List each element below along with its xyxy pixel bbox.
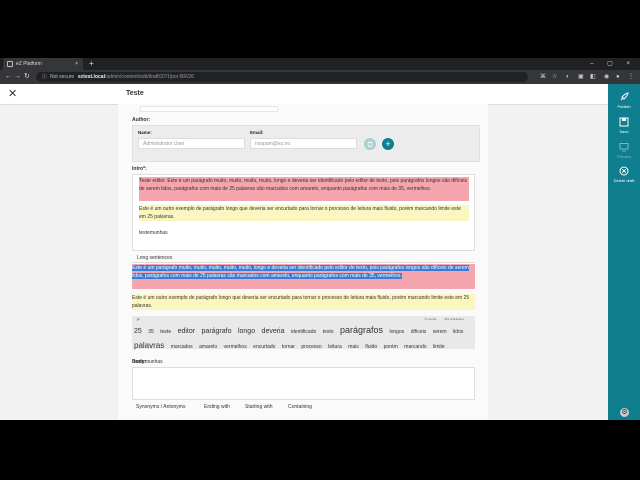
cloud-word[interactable]: parágrafo — [202, 328, 232, 335]
tab-close-icon[interactable]: × — [75, 58, 78, 70]
extension-icon[interactable]: ⌘ — [540, 70, 546, 84]
tab-starting-with[interactable]: Starting with — [245, 404, 273, 410]
publish-label: Publish — [617, 104, 631, 109]
cloud-word[interactable]: texto — [323, 329, 334, 335]
cloud-word[interactable]: vermelhos — [224, 344, 247, 350]
remove-author-button[interactable] — [364, 138, 376, 150]
cloud-word[interactable]: deveria — [262, 328, 285, 335]
profile-avatar-icon[interactable]: ● — [616, 70, 620, 84]
delete-draft-label: Delete draft — [613, 178, 635, 183]
cloud-word[interactable]: palavras — [134, 341, 164, 350]
cloud-word[interactable]: mais — [348, 344, 359, 350]
back-arrow-icon[interactable]: ← — [5, 70, 12, 84]
reload-icon[interactable]: ↻ — [24, 70, 30, 84]
extension-icon-2[interactable]: ◐ — [566, 70, 570, 84]
intro-paragraph-long[interactable]: Teste editor. Este é um parágrafo muito,… — [139, 177, 469, 201]
close-icon[interactable]: ✕ — [8, 87, 17, 100]
author-email-input[interactable]: nospam@ez.no — [250, 138, 357, 149]
cloud-word[interactable]: identificado — [291, 329, 316, 335]
monitor-icon — [619, 143, 629, 152]
intro-paragraph-short[interactable]: testemunhas — [139, 229, 339, 237]
url-path: /admin/content/edit/draft/37/1/por-BR/26 — [104, 74, 194, 80]
cloud-word[interactable]: teste — [160, 329, 171, 335]
window-controls[interactable]: – ▢ × — [590, 58, 636, 70]
menu-dots-icon[interactable]: ⋮ — [628, 70, 634, 84]
cloud-word[interactable]: 25 — [134, 328, 142, 335]
cloud-word[interactable]: porém — [384, 344, 398, 350]
cloud-word[interactable]: tornar — [282, 344, 295, 350]
extension-icon-5[interactable]: ◉ — [604, 70, 609, 84]
cloud-word[interactable]: longo — [238, 328, 255, 335]
cloud-word[interactable]: longos — [390, 329, 405, 335]
cloud-word[interactable]: limite — [433, 344, 445, 350]
publish-button[interactable]: Publish — [608, 92, 640, 109]
word-cloud: 25 35 teste editor parágrafo longo dever… — [134, 323, 472, 368]
new-tab-button[interactable]: + — [89, 58, 94, 70]
long-sentence-1[interactable]: Este é um parágrafo muito, muito, muito,… — [132, 264, 475, 289]
add-author-button[interactable]: + — [382, 138, 394, 150]
cloud-word[interactable]: 35 — [148, 329, 154, 335]
cloud-word[interactable]: marcados — [171, 344, 193, 350]
author-name-input[interactable]: Administrator User — [138, 138, 245, 149]
forward-arrow-icon[interactable]: → — [14, 70, 21, 84]
cloud-word[interactable]: marcando — [404, 344, 426, 350]
tab-long-sentences[interactable]: Long sentences — [137, 255, 172, 261]
ez-favicon-icon — [7, 61, 13, 67]
not-secure-label: Not secure — [50, 74, 75, 80]
email-label: Email: — [250, 130, 264, 135]
long-sentence-2[interactable]: Este é um outro exemplo de parágrafo lon… — [132, 294, 475, 310]
paragraph-tag-label: P — [137, 317, 140, 322]
preview-label: Preview — [616, 154, 632, 159]
selected-sentence-text: Este é um parágrafo muito, muito, muito,… — [132, 265, 469, 279]
page-title: Teste — [126, 90, 144, 97]
preview-button[interactable]: Preview — [608, 142, 640, 159]
floppy-disk-icon — [619, 117, 629, 127]
cloud-word[interactable]: encurtado — [253, 344, 275, 350]
extension-icon-3[interactable]: ▣ — [578, 70, 584, 84]
cloud-word[interactable]: leitura — [328, 344, 342, 350]
right-action-rail: Publish Save Preview Delete draft ⚙ — [608, 84, 640, 420]
cloud-word[interactable]: processo — [301, 344, 321, 350]
plus-icon: + — [385, 139, 391, 149]
tab-containing[interactable]: Containing — [288, 404, 312, 410]
cloud-word[interactable]: amarelo — [199, 344, 217, 350]
save-button[interactable]: Save — [608, 117, 640, 134]
save-label: Save — [619, 129, 629, 134]
body-label: Body: — [132, 359, 147, 365]
url-text[interactable]: eztest.local/admin/content/edit/draft/37… — [78, 72, 194, 82]
edit-topbar: ✕ Teste — [0, 84, 608, 105]
rocket-icon — [620, 92, 629, 101]
browser-tab-title: eZ Platform — [16, 61, 42, 67]
word-cloud-panel: P 71 words 434 characters 25 35 teste ed… — [132, 316, 475, 365]
cloud-word[interactable]: parágrafos — [340, 325, 383, 335]
tab-divider — [132, 262, 475, 263]
cloud-word[interactable]: fluido — [365, 344, 377, 350]
name-label: Name: — [138, 130, 152, 135]
previous-field-input[interactable] — [140, 106, 278, 112]
cloud-word[interactable]: difíceis — [411, 329, 427, 335]
cloud-word[interactable]: lidos — [453, 329, 463, 335]
delete-draft-button[interactable]: Delete draft — [608, 166, 640, 183]
circle-x-icon — [619, 166, 629, 176]
bookmark-star-icon[interactable]: ☆ — [552, 70, 557, 84]
url-host: eztest.local — [78, 74, 105, 80]
author-label: Author: — [132, 117, 151, 123]
trash-icon — [367, 141, 373, 147]
browser-tab[interactable]: eZ Platform × — [3, 58, 83, 70]
address-bar[interactable]: ⓘ Not secure eztest.local/admin/content/… — [36, 72, 528, 82]
app-area: ✕ Teste Author: Name: Administrator User… — [0, 84, 640, 420]
body-editor[interactable] — [132, 367, 475, 400]
cloud-word[interactable]: serem — [433, 329, 447, 335]
info-icon[interactable]: ⓘ — [42, 72, 47, 82]
browser-toolbar: ← → ↻ ⓘ Not secure eztest.local/admin/co… — [0, 70, 640, 84]
extension-icon-4[interactable]: ◧ — [590, 70, 596, 84]
character-count: 434 characters — [444, 317, 464, 321]
browser-tab-strip: eZ Platform × + – ▢ × — [0, 58, 640, 70]
intro-paragraph-medium[interactable]: Este é um outro exemplo de parágrafo lon… — [139, 205, 469, 221]
intro-label: Intro*: — [132, 166, 147, 172]
tab-synonyms-antonyms[interactable]: Synonyms / Antonyms — [136, 404, 185, 410]
tab-ending-with[interactable]: Ending with — [204, 404, 230, 410]
cloud-word[interactable]: editor — [178, 328, 196, 335]
settings-gear-icon[interactable]: ⚙ — [620, 408, 629, 417]
